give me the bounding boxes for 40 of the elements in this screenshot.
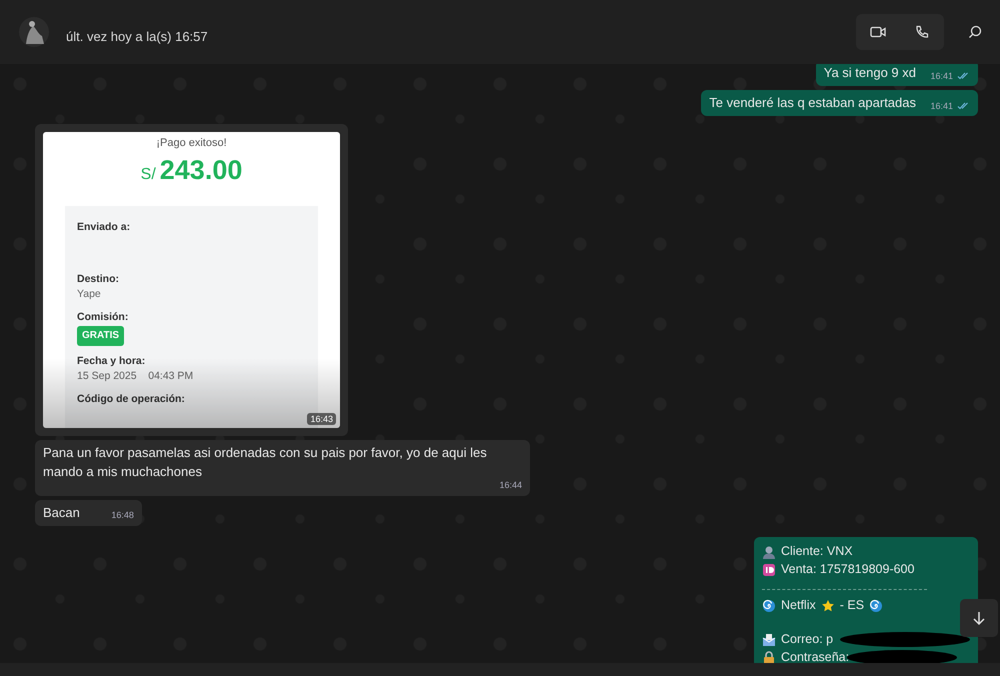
card-line: Correo: p (781, 631, 834, 648)
message-time: 16:41 (930, 100, 953, 112)
field-value: 15 Sep 2025 04:43 PM (77, 369, 194, 384)
arrow-down-icon (971, 610, 987, 626)
card-line: Venta: 1757819809-600 (781, 561, 914, 578)
field-label: Enviado a: (77, 220, 132, 234)
message-text: Bacan (43, 504, 80, 522)
person-icon (762, 544, 776, 559)
message-text: Ya si tengo 9 xd (824, 64, 916, 82)
field-label: Destino: (77, 272, 120, 287)
star-icon (820, 598, 835, 613)
lock-icon (762, 650, 776, 663)
message-time: 16:43 (307, 412, 336, 426)
service-region: - ES (840, 597, 864, 614)
id-icon (762, 562, 776, 577)
message-time: 16:41 (930, 70, 953, 82)
fee-badge: GRATIS (77, 326, 124, 346)
message-time: 16:48 (111, 509, 134, 522)
card-line: Cliente: VNX (781, 543, 853, 560)
contact-status: últ. vez hoy a la(s) 16:57 (66, 28, 208, 46)
video-camera-icon (870, 26, 886, 38)
search-icon (968, 25, 982, 39)
envelope-icon (762, 632, 776, 647)
scroll-down-button[interactable] (960, 599, 998, 637)
phone-icon (915, 25, 929, 39)
amount: 243.00 (160, 154, 242, 187)
field-label: Comisión: (77, 310, 130, 324)
message-time: 16:44 (499, 479, 522, 492)
swirl-icon (762, 598, 776, 613)
card-line: Contraseña: (781, 649, 850, 663)
message-text: Pana un favor pasamelas asi ordenadas con su pais por favor, yo de aqui les mando a mis muchachones (43, 444, 488, 481)
swirl-icon (869, 598, 884, 613)
avatar[interactable] (18, 16, 50, 48)
receipt-title: ¡Pago exitoso! (156, 136, 227, 152)
service-name: Netflix (781, 597, 816, 614)
field-label: Código de operación: (77, 392, 186, 406)
message-text: Te venderé las q estaban apartadas (709, 94, 916, 112)
field-value: Yape (77, 286, 102, 302)
field-label: Fecha y hora: (77, 354, 146, 369)
currency-symbol: S/ (140, 164, 156, 185)
